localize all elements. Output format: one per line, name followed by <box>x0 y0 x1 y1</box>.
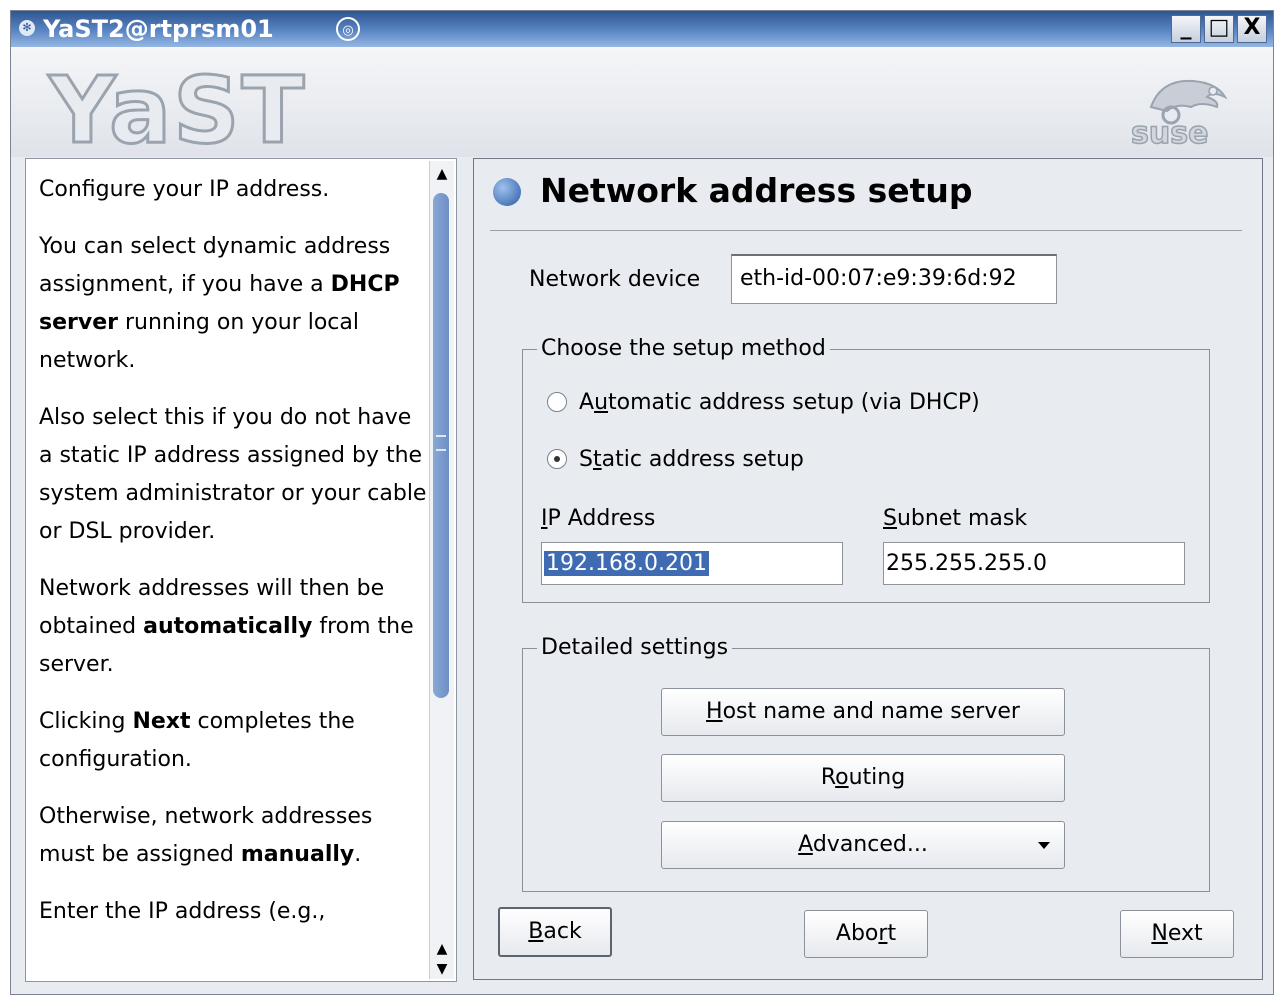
help-paragraph: Otherwise, network addresses must be ass… <box>39 804 373 867</box>
abort-button[interactable]: Abort <box>804 910 928 958</box>
help-paragraph: You can select dynamic address assignmen… <box>39 234 400 373</box>
ip-address-value: 192.168.0.201 <box>544 551 709 576</box>
close-button[interactable]: X <box>1237 15 1267 43</box>
setup-method-group: Choose the setup method Automatic addres… <box>522 334 1210 603</box>
dhcp-radio[interactable] <box>547 392 567 412</box>
next-button[interactable]: Next <box>1120 910 1234 958</box>
network-device-value: eth-id-00:07:e9:39:6d:92 <box>731 254 1057 304</box>
yast-logo: YaST <box>47 57 307 164</box>
yast-app-icon[interactable]: ✻ <box>19 20 35 36</box>
static-radio-option[interactable]: Static address setup <box>547 445 804 475</box>
advanced-button[interactable]: Advanced... <box>661 821 1065 869</box>
static-radio-label: Static address setup <box>579 447 804 472</box>
scroll-grip-icon <box>436 435 446 451</box>
dropdown-arrow-icon <box>1038 842 1050 849</box>
main-panel: Network address setup Network device eth… <box>473 158 1263 980</box>
suse-logo-text: suse <box>1131 116 1208 147</box>
dhcp-radio-option[interactable]: Automatic address setup (via DHCP) <box>547 388 980 418</box>
scroll-up-small-arrow-icon[interactable]: ▲ <box>431 939 453 959</box>
yast-window: ✻ YaST2@rtprsm01 ◎ _ □ X YaST suse Confi… <box>10 10 1274 995</box>
back-button[interactable]: Back <box>498 907 612 957</box>
help-paragraph: Also select this if you do not have a st… <box>39 405 427 544</box>
network-device-label: Network device <box>529 267 701 292</box>
title-divider <box>490 230 1242 231</box>
minimize-button[interactable]: _ <box>1171 15 1201 43</box>
window-title: YaST2@rtprsm01 <box>43 15 274 43</box>
routing-button[interactable]: Routing <box>661 754 1065 802</box>
help-paragraph: Clicking Next completes the configuratio… <box>39 709 355 772</box>
help-paragraph: Configure your IP address. <box>39 177 330 202</box>
page-title: Network address setup <box>540 171 973 210</box>
help-scrollbar[interactable]: ▲ ▲ ▼ <box>429 161 454 979</box>
help-paragraph: Enter the IP address (e.g., <box>39 899 326 924</box>
scroll-down-arrow-icon[interactable]: ▼ <box>431 959 453 979</box>
sticky-icon[interactable]: ◎ <box>336 17 360 41</box>
static-radio[interactable] <box>547 449 567 469</box>
maximize-button[interactable]: □ <box>1204 15 1234 43</box>
help-text: Configure your IP address. You can selec… <box>39 171 429 950</box>
detailed-settings-group: Detailed settings Host name and name ser… <box>522 633 1210 892</box>
network-globe-icon <box>493 178 521 206</box>
scroll-up-arrow-icon[interactable]: ▲ <box>431 164 453 184</box>
ip-address-input[interactable]: 192.168.0.201 <box>541 542 843 585</box>
ip-address-label: IP Address <box>541 506 656 531</box>
scroll-thumb[interactable] <box>433 193 449 698</box>
subnet-mask-label: Subnet mask <box>883 506 1028 531</box>
detailed-settings-legend: Detailed settings <box>537 633 733 663</box>
title-bar[interactable]: ✻ YaST2@rtprsm01 ◎ _ □ X <box>11 11 1273 47</box>
help-panel[interactable]: Configure your IP address. You can selec… <box>25 158 457 982</box>
subnet-mask-input[interactable]: 255.255.255.0 <box>883 542 1185 585</box>
setup-method-legend: Choose the setup method <box>537 334 830 364</box>
banner: YaST suse <box>11 47 1273 164</box>
dhcp-radio-label: Automatic address setup (via DHCP) <box>579 390 980 415</box>
host-name-button[interactable]: Host name and name server <box>661 688 1065 736</box>
suse-logo-icon: suse <box>1130 79 1228 147</box>
help-paragraph: Network addresses will then be obtained … <box>39 576 414 677</box>
